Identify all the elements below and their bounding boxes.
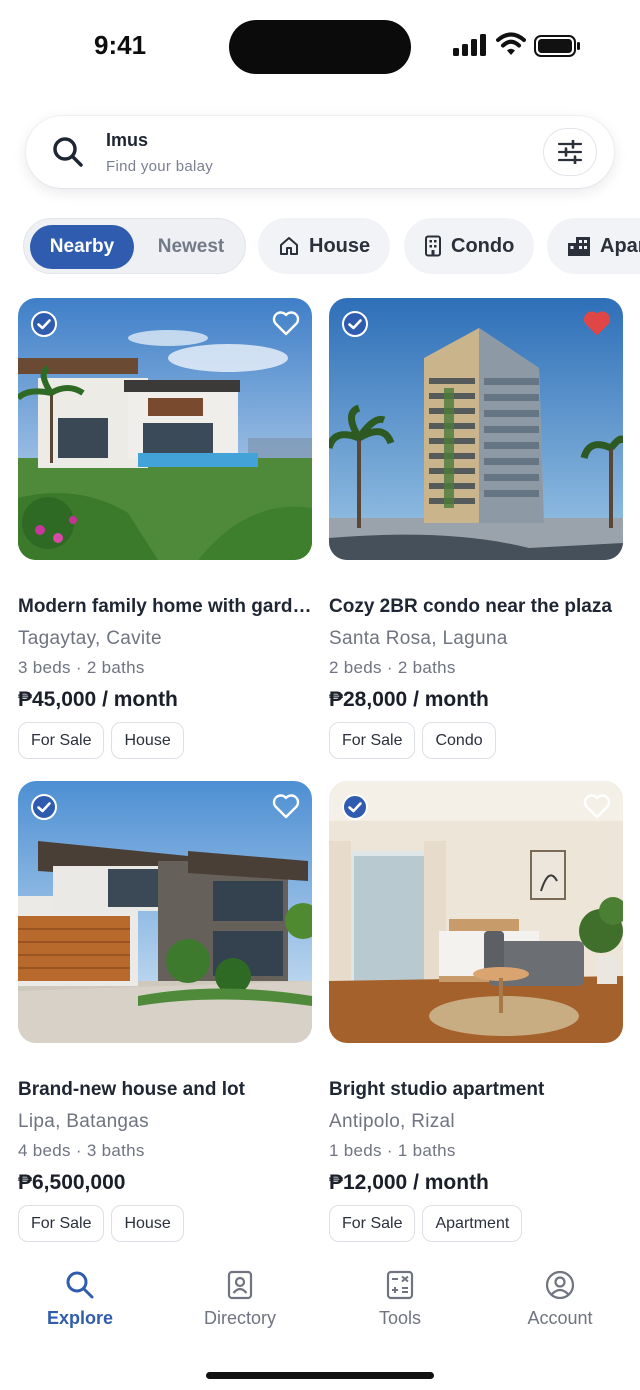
verified-badge-icon [31,794,57,820]
heart-outline-icon[interactable] [583,793,611,819]
cellular-signal-icon [453,34,486,56]
listing-tag: For Sale [18,722,105,759]
filter-chips-row: Nearby Newest House Condo Apartment [0,218,640,276]
tab-label: Tools [378,1308,422,1328]
listing-tags: For Sale Condo [329,722,496,759]
verified-badge-icon [342,794,368,820]
condo-icon [425,235,441,257]
tab-label: Account [527,1308,593,1328]
listing-tag: Apartment [422,1205,523,1242]
tab-account[interactable]: Account [480,1270,640,1329]
listing-card[interactable]: Cozy 2BR condo near the plaza Santa Rosa… [329,298,623,768]
listing-price: ₱45,000 / month [18,688,178,711]
listing-specs: 1 beds · 1 baths [329,1141,456,1160]
chip-condo[interactable]: Condo [404,218,535,274]
listing-price: ₱6,500,000 [18,1171,126,1194]
listing-photo [18,298,312,560]
listing-title: Brand-new house and lot [18,1079,245,1100]
tab-label: Explore [46,1308,114,1328]
listing-photo [329,781,623,1043]
verified-badge-icon [342,311,368,337]
user-circle-icon [545,1270,575,1300]
dynamic-island [229,20,411,74]
listing-specs: 3 beds · 2 baths [18,658,145,677]
house-icon [280,237,298,255]
sort-newest-button[interactable]: Newest [140,225,242,269]
search-icon [53,137,83,167]
listing-tag: For Sale [329,722,416,759]
verified-badge-icon [31,311,57,337]
search-placeholder: Find your balay [106,158,214,175]
calculator-icon [386,1270,414,1300]
listing-price: ₱28,000 / month [329,688,489,711]
listing-specs: 2 beds · 2 baths [329,658,456,677]
listing-tag: For Sale [18,1205,105,1242]
listing-location: Tagaytay, Cavite [18,628,162,649]
filter-button[interactable] [543,128,597,176]
chip-label: Condo [451,234,515,257]
listing-card[interactable]: Bright studio apartment Antipolo, Rizal … [329,781,623,1251]
listing-location: Santa Rosa, Laguna [329,628,508,649]
heart-filled-icon[interactable] [583,310,611,336]
chip-house[interactable]: House [258,218,391,274]
listing-photo [329,298,623,560]
bottom-tab-bar: Explore Directory Tools Account [0,1258,640,1390]
listing-card[interactable]: Modern family home with garden Tagaytay,… [18,298,312,768]
listing-title: Cozy 2BR condo near the plaza [329,596,612,617]
heart-outline-icon[interactable] [272,310,300,336]
battery-icon [534,35,580,57]
wifi-icon [496,32,526,55]
contact-book-icon [227,1270,253,1300]
tab-tools[interactable]: Tools [320,1270,480,1329]
chip-apartment[interactable]: Apartment [547,218,640,274]
chip-label: Apartment [600,234,640,257]
chip-label: House [309,234,371,257]
listing-card[interactable]: Brand-new house and lot Lipa, Batangas 4… [18,781,312,1251]
listing-title: Bright studio apartment [329,1079,545,1100]
listing-location: Antipolo, Rizal [329,1111,455,1132]
heart-outline-icon[interactable] [272,793,300,819]
status-bar: 9:41 [0,0,640,92]
listing-tag: Condo [422,722,496,759]
listing-tags: For Sale House [18,722,184,759]
home-indicator [206,1372,434,1379]
listing-price: ₱12,000 / month [329,1171,489,1194]
listing-photo [18,781,312,1043]
tab-explore[interactable]: Explore [0,1270,160,1329]
listing-tags: For Sale Apartment [329,1205,523,1242]
tab-label: Directory [203,1308,276,1328]
search-bar[interactable]: Imus Find your balay [26,116,614,188]
sliders-icon [557,140,583,164]
listing-tag: House [111,1205,184,1242]
sort-nearby-button[interactable]: Nearby [30,225,134,269]
tab-directory[interactable]: Directory [160,1270,320,1329]
sort-toggle: Nearby Newest [23,218,246,274]
listing-tag: House [111,722,184,759]
listing-title: Modern family home with garden [18,596,312,617]
status-time: 9:41 [94,30,147,60]
search-icon [66,1271,94,1299]
listing-specs: 4 beds · 3 baths [18,1141,145,1160]
listing-tag: For Sale [329,1205,416,1242]
listing-tags: For Sale House [18,1205,184,1242]
apartment-icon [568,237,590,256]
listing-location: Lipa, Batangas [18,1111,149,1132]
search-location: Imus [106,130,149,150]
